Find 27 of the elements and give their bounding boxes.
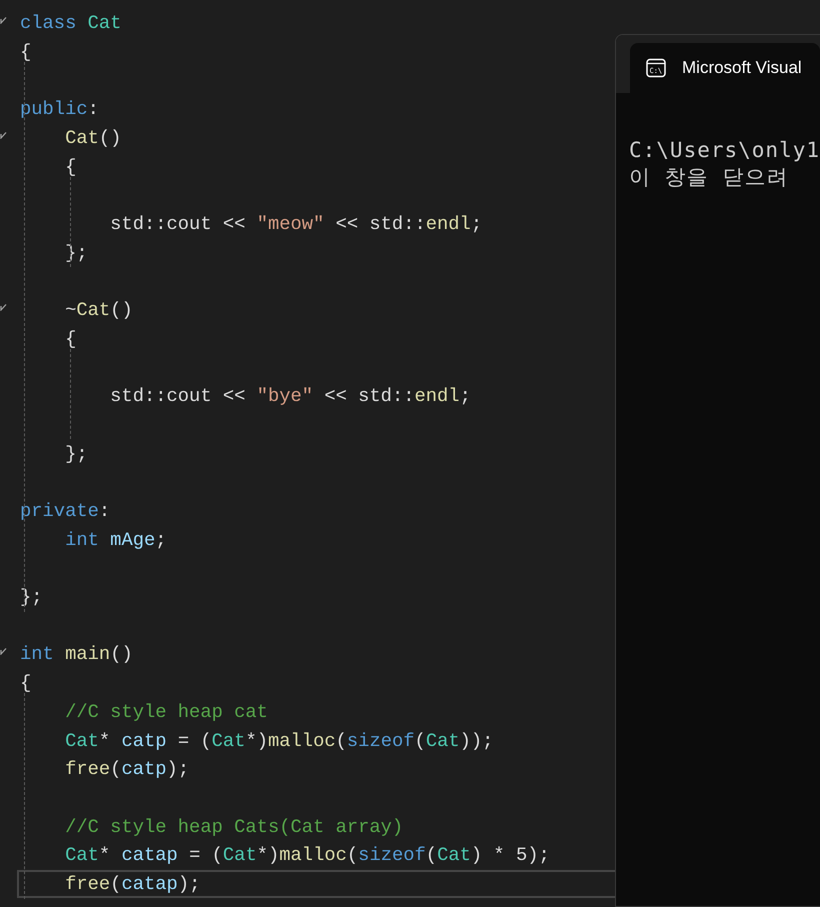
fold-icon[interactable] <box>0 132 7 139</box>
fold-icon[interactable] <box>0 304 7 311</box>
code-line: { <box>20 671 32 696</box>
code-line: //C style heap Cats(Cat array) <box>64 814 404 840</box>
code-line: Cat* catap = (Cat*)malloc(sizeof(Cat) * 5); <box>64 843 550 868</box>
console-output-line: 이 창을 닫으려 <box>629 164 790 191</box>
code-line: { <box>64 154 76 180</box>
fold-icon[interactable] <box>0 17 7 24</box>
code-line: private: <box>20 499 110 524</box>
code-line: int mAge; <box>64 528 167 553</box>
code-line: //C style heap cat <box>64 700 268 725</box>
code-line: public: <box>20 97 99 122</box>
code-line: std::cout << "bye" << std::endl; <box>109 384 471 410</box>
window-title: Microsoft Visual <box>682 57 802 80</box>
code-line: { <box>64 326 76 352</box>
code-line: }; <box>64 442 88 467</box>
console-output-line: C:\Users\only1 <box>629 137 820 164</box>
code-line: int main() <box>20 642 133 668</box>
code-line: free(catap); <box>64 872 200 897</box>
code-line: { <box>20 40 32 66</box>
code-line: class Cat <box>20 11 122 36</box>
code-line: std::cout << "meow" << std::endl; <box>109 212 482 238</box>
code-line: ~Cat() <box>64 298 133 324</box>
code-line: Cat() <box>64 126 122 152</box>
fold-icon[interactable] <box>0 648 7 656</box>
code-line: Cat* catp = (Cat*)malloc(sizeof(Cat)); <box>64 728 494 754</box>
code-line: free(catp); <box>64 757 190 782</box>
